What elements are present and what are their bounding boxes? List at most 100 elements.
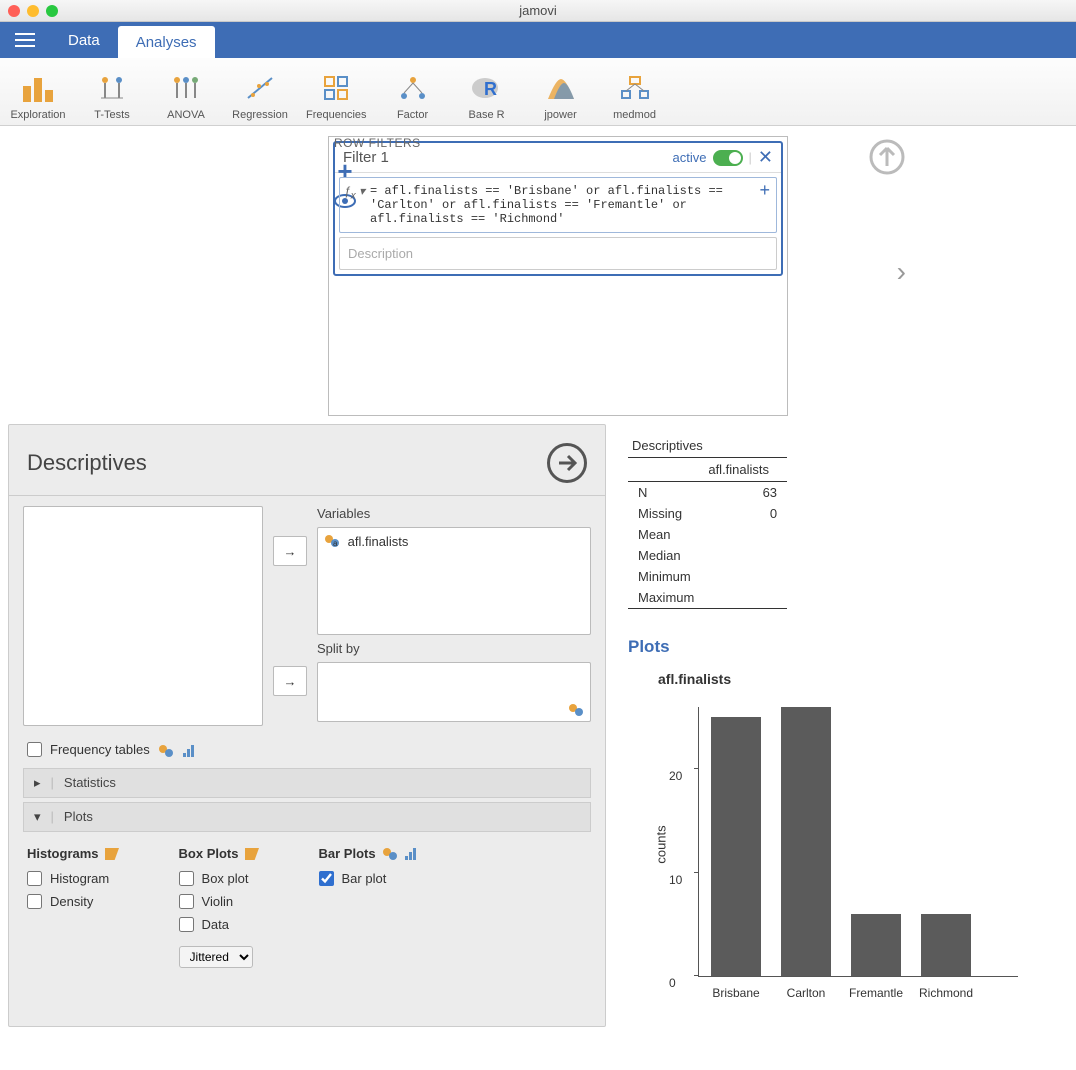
- analyses-ribbon: Exploration T-Tests ANOVA Regression Fre…: [0, 58, 1076, 126]
- table-colhead: afl.finalists: [704, 458, 787, 482]
- chart-title: afl.finalists: [658, 671, 1054, 687]
- nominal-var-icon: a: [324, 534, 340, 551]
- add-condition-button[interactable]: +: [759, 180, 770, 201]
- ribbon-ttests[interactable]: T-Tests: [84, 64, 140, 121]
- table-row: Median: [628, 545, 787, 566]
- filter-expression-input[interactable]: ƒx ▾ + = afl.finalists == 'Brisbane' or …: [339, 177, 777, 233]
- violin-checkbox[interactable]: [179, 894, 194, 909]
- chevron-right-icon: ▸: [34, 775, 41, 791]
- y-axis-label: counts: [654, 825, 669, 863]
- ribbon-jpower[interactable]: jpower: [533, 64, 589, 121]
- filter-remove-button[interactable]: ✕: [758, 147, 773, 168]
- continuous-icon: [105, 846, 119, 861]
- ribbon-baser[interactable]: R Base R: [459, 64, 515, 121]
- ttest-icon: [97, 71, 127, 105]
- plots-heading: Plots: [628, 637, 1054, 657]
- x-tick-label: Richmond: [916, 986, 976, 1000]
- table-row: Minimum: [628, 566, 787, 587]
- variable-item: afl.finalists: [348, 534, 409, 549]
- move-to-splitby-button[interactable]: →: [273, 666, 307, 696]
- table-row: Missing0: [628, 503, 787, 524]
- continuous-icon: [245, 846, 259, 861]
- window-title: jamovi: [519, 3, 557, 18]
- ribbon-regression[interactable]: Regression: [232, 64, 288, 121]
- r-logo-icon: R: [471, 71, 503, 105]
- boxplot-checkbox[interactable]: [179, 871, 194, 886]
- table-row: N63: [628, 482, 787, 504]
- row-filters-area: ROW FILTERS + Filter 1 active | ✕ ƒx ▾ +…: [0, 126, 1076, 416]
- splitby-target-list[interactable]: [317, 662, 591, 722]
- move-to-variables-button[interactable]: →: [273, 536, 307, 566]
- svg-text:R: R: [484, 79, 497, 99]
- x-tick-label: Brisbane: [706, 986, 766, 1000]
- tab-analyses[interactable]: Analyses: [118, 26, 215, 58]
- bar-chart-icon: [21, 71, 55, 105]
- table-title: Descriptives: [628, 434, 787, 458]
- bar-chart: counts 0 10 20 Brisbane Carlton Fremantle Rich…: [648, 697, 1028, 1017]
- menubar: Data Analyses: [0, 22, 1076, 58]
- y-tick-label: 0: [669, 976, 676, 990]
- app-menu-button[interactable]: [0, 22, 50, 58]
- x-tick-label: Fremantle: [846, 986, 906, 1000]
- table-row: Mean: [628, 524, 787, 545]
- medmod-icon: [620, 71, 650, 105]
- filter-active-toggle[interactable]: [713, 150, 743, 166]
- regression-icon: [245, 71, 275, 105]
- y-tick-label: 10: [669, 873, 682, 887]
- window-close-button[interactable]: [8, 5, 20, 17]
- chevron-down-icon: ▾: [34, 809, 41, 825]
- filter-active-label: active: [673, 150, 707, 165]
- frequencies-icon: [323, 71, 349, 105]
- splitby-label: Split by: [317, 641, 591, 656]
- ribbon-factor[interactable]: Factor: [385, 64, 441, 121]
- statistics-section-toggle[interactable]: ▸ | Statistics: [23, 768, 591, 798]
- nominal-accepts-icon: [568, 701, 584, 717]
- ribbon-frequencies[interactable]: Frequencies: [306, 64, 367, 121]
- bar: [921, 914, 971, 976]
- table-row: Maximum: [628, 587, 787, 609]
- descriptives-table: Descriptives afl.finalists N63Missing0Me…: [628, 434, 787, 615]
- ordinal-icon: [182, 742, 196, 758]
- svg-text:a: a: [333, 539, 338, 548]
- ribbon-exploration[interactable]: Exploration: [10, 64, 66, 121]
- row-filters-heading: ROW FILTERS: [334, 136, 421, 150]
- ribbon-anova[interactable]: ANOVA: [158, 64, 214, 121]
- ribbon-medmod[interactable]: medmod: [607, 64, 663, 121]
- next-button[interactable]: ›: [897, 256, 906, 288]
- data-checkbox[interactable]: [179, 917, 194, 932]
- ordinal-icon: [404, 846, 418, 862]
- panel-title: Descriptives: [27, 450, 147, 476]
- data-display-select[interactable]: Jittered: [179, 946, 253, 968]
- plots-section-toggle[interactable]: ▾ | Plots: [23, 802, 591, 832]
- jpower-icon: [546, 71, 576, 105]
- fx-icon: ƒx ▾: [344, 184, 365, 201]
- factor-icon: [398, 71, 428, 105]
- variables-target-list[interactable]: a afl.finalists: [317, 527, 591, 635]
- window-minimize-button[interactable]: [27, 5, 39, 17]
- barplot-checkbox[interactable]: [319, 871, 334, 886]
- histogram-checkbox[interactable]: [27, 871, 42, 886]
- y-tick-label: 20: [669, 769, 682, 783]
- density-checkbox[interactable]: [27, 894, 42, 909]
- run-analysis-button[interactable]: [547, 443, 587, 483]
- nominal-icon: [382, 846, 398, 862]
- nominal-icon: [158, 742, 174, 758]
- window-zoom-button[interactable]: [46, 5, 58, 17]
- results-panel: Descriptives afl.finalists N63Missing0Me…: [614, 424, 1068, 1027]
- filter-1-card: Filter 1 active | ✕ ƒx ▾ + = afl.finalis…: [333, 141, 783, 276]
- frequency-tables-label: Frequency tables: [50, 742, 150, 757]
- titlebar: jamovi: [0, 0, 1076, 22]
- bar: [781, 707, 831, 976]
- frequency-tables-checkbox[interactable]: [27, 742, 42, 757]
- descriptives-options-panel: Descriptives → → Variables a afl.finalis…: [8, 424, 606, 1027]
- bar: [851, 914, 901, 976]
- bar: [711, 717, 761, 976]
- filters-container: Filter 1 active | ✕ ƒx ▾ + = afl.finalis…: [328, 136, 788, 416]
- x-tick-label: Carlton: [776, 986, 836, 1000]
- anova-icon: [171, 71, 201, 105]
- tab-data[interactable]: Data: [50, 22, 118, 58]
- filter-description-input[interactable]: Description: [339, 237, 777, 270]
- variables-label: Variables: [317, 506, 591, 521]
- collapse-up-button[interactable]: [868, 138, 906, 179]
- source-variables-list[interactable]: [23, 506, 263, 726]
